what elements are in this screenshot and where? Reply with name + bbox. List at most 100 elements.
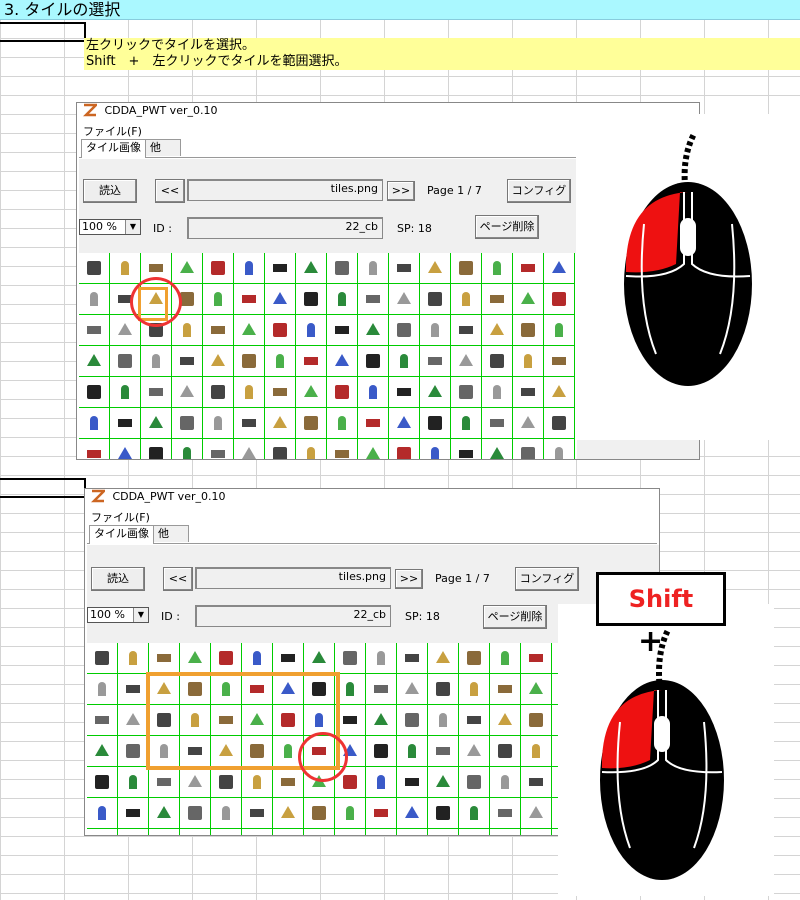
tile-cell[interactable] — [420, 439, 451, 459]
tile-cell[interactable] — [296, 346, 327, 377]
next-page-button[interactable]: >> — [387, 181, 415, 201]
tile-cell[interactable] — [521, 705, 552, 736]
tile-cell[interactable] — [358, 377, 389, 408]
tile-cell[interactable] — [149, 767, 180, 798]
tile-cell[interactable] — [366, 829, 397, 835]
tile-cell[interactable] — [87, 705, 118, 736]
tile-cell[interactable] — [389, 377, 420, 408]
tab-tile-image[interactable]: タイル画像 — [81, 139, 146, 158]
tile-cell[interactable] — [141, 377, 172, 408]
tile-cell[interactable] — [451, 408, 482, 439]
id-field[interactable]: 22_cb — [187, 217, 383, 239]
tile-cell[interactable] — [451, 439, 482, 459]
tile-cell[interactable] — [110, 408, 141, 439]
tile-cell[interactable] — [482, 408, 513, 439]
tile-cell[interactable] — [110, 315, 141, 346]
tile-cell[interactable] — [513, 439, 544, 459]
tile-cell[interactable] — [428, 798, 459, 829]
tile-cell[interactable] — [513, 408, 544, 439]
tile-cell[interactable] — [296, 315, 327, 346]
tile-cell[interactable] — [296, 377, 327, 408]
tile-cell[interactable] — [118, 829, 149, 835]
tile-cell[interactable] — [242, 643, 273, 674]
tile-cell[interactable] — [397, 829, 428, 835]
tile-cell[interactable] — [397, 674, 428, 705]
load-button[interactable]: 読込 — [83, 179, 137, 203]
tile-cell[interactable] — [459, 767, 490, 798]
tile-cell[interactable] — [203, 253, 234, 284]
tile-cell[interactable] — [79, 315, 110, 346]
tile-cell[interactable] — [544, 284, 575, 315]
load-button-2[interactable]: 読込 — [91, 567, 145, 591]
prev-page-button[interactable]: << — [155, 179, 185, 203]
tile-cell[interactable] — [87, 829, 118, 835]
tile-cell[interactable] — [211, 798, 242, 829]
tile-cell[interactable] — [172, 315, 203, 346]
next-page-button-2[interactable]: >> — [395, 569, 423, 589]
tile-cell[interactable] — [87, 798, 118, 829]
tile-cell[interactable] — [118, 643, 149, 674]
tile-cell[interactable] — [327, 315, 358, 346]
tile-cell[interactable] — [420, 408, 451, 439]
tile-cell[interactable] — [428, 767, 459, 798]
id-field-2[interactable]: 22_cb — [195, 605, 391, 627]
tile-cell[interactable] — [420, 377, 451, 408]
tile-cell[interactable] — [149, 829, 180, 835]
tile-cell[interactable] — [389, 439, 420, 459]
tile-cell[interactable] — [482, 377, 513, 408]
tile-cell[interactable] — [366, 705, 397, 736]
tile-cell[interactable] — [87, 767, 118, 798]
tile-cell[interactable] — [459, 643, 490, 674]
tile-cell[interactable] — [358, 439, 389, 459]
tile-cell[interactable] — [141, 346, 172, 377]
tile-cell[interactable] — [234, 346, 265, 377]
file-name-field-2[interactable]: tiles.png — [195, 567, 391, 589]
tile-cell[interactable] — [118, 674, 149, 705]
tile-cell[interactable] — [358, 346, 389, 377]
chevron-down-icon[interactable]: ▼ — [125, 220, 140, 234]
tile-cell[interactable] — [304, 829, 335, 835]
tile-cell[interactable] — [513, 346, 544, 377]
tile-cell[interactable] — [451, 253, 482, 284]
tile-cell[interactable] — [459, 798, 490, 829]
tile-cell[interactable] — [482, 315, 513, 346]
tile-cell[interactable] — [451, 315, 482, 346]
tile-cell[interactable] — [335, 643, 366, 674]
tile-cell[interactable] — [203, 315, 234, 346]
tile-cell[interactable] — [327, 253, 358, 284]
tile-cell[interactable] — [389, 253, 420, 284]
tile-cell[interactable] — [265, 408, 296, 439]
tile-cell[interactable] — [118, 798, 149, 829]
tile-cell[interactable] — [490, 829, 521, 835]
tile-cell[interactable] — [265, 346, 296, 377]
tile-cell[interactable] — [490, 705, 521, 736]
tile-cell[interactable] — [521, 674, 552, 705]
tile-cell[interactable] — [273, 643, 304, 674]
tab-other[interactable]: 他 — [145, 139, 181, 156]
tile-cell[interactable] — [420, 284, 451, 315]
tile-cell[interactable] — [358, 253, 389, 284]
menu-file[interactable]: ファイル(F) — [83, 123, 142, 139]
tile-cell[interactable] — [366, 674, 397, 705]
tile-cell[interactable] — [420, 253, 451, 284]
tile-cell[interactable] — [459, 674, 490, 705]
tile-cell[interactable] — [273, 829, 304, 835]
zoom-select[interactable]: 100 % ▼ — [79, 219, 141, 235]
tile-cell[interactable] — [397, 736, 428, 767]
tile-cell[interactable] — [296, 408, 327, 439]
tile-cell[interactable] — [459, 736, 490, 767]
tile-cell[interactable] — [172, 408, 203, 439]
tile-cell[interactable] — [521, 643, 552, 674]
tile-cell[interactable] — [79, 377, 110, 408]
tile-cell[interactable] — [459, 829, 490, 835]
tile-cell[interactable] — [389, 408, 420, 439]
tile-cell[interactable] — [327, 377, 358, 408]
tile-cell[interactable] — [428, 736, 459, 767]
tile-cell[interactable] — [490, 767, 521, 798]
delete-page-button-2[interactable]: ページ削除 — [483, 605, 547, 629]
tile-cell[interactable] — [366, 767, 397, 798]
tile-cell[interactable] — [397, 798, 428, 829]
tile-cell[interactable] — [242, 829, 273, 835]
tile-cell[interactable] — [180, 643, 211, 674]
tile-cell[interactable] — [172, 253, 203, 284]
